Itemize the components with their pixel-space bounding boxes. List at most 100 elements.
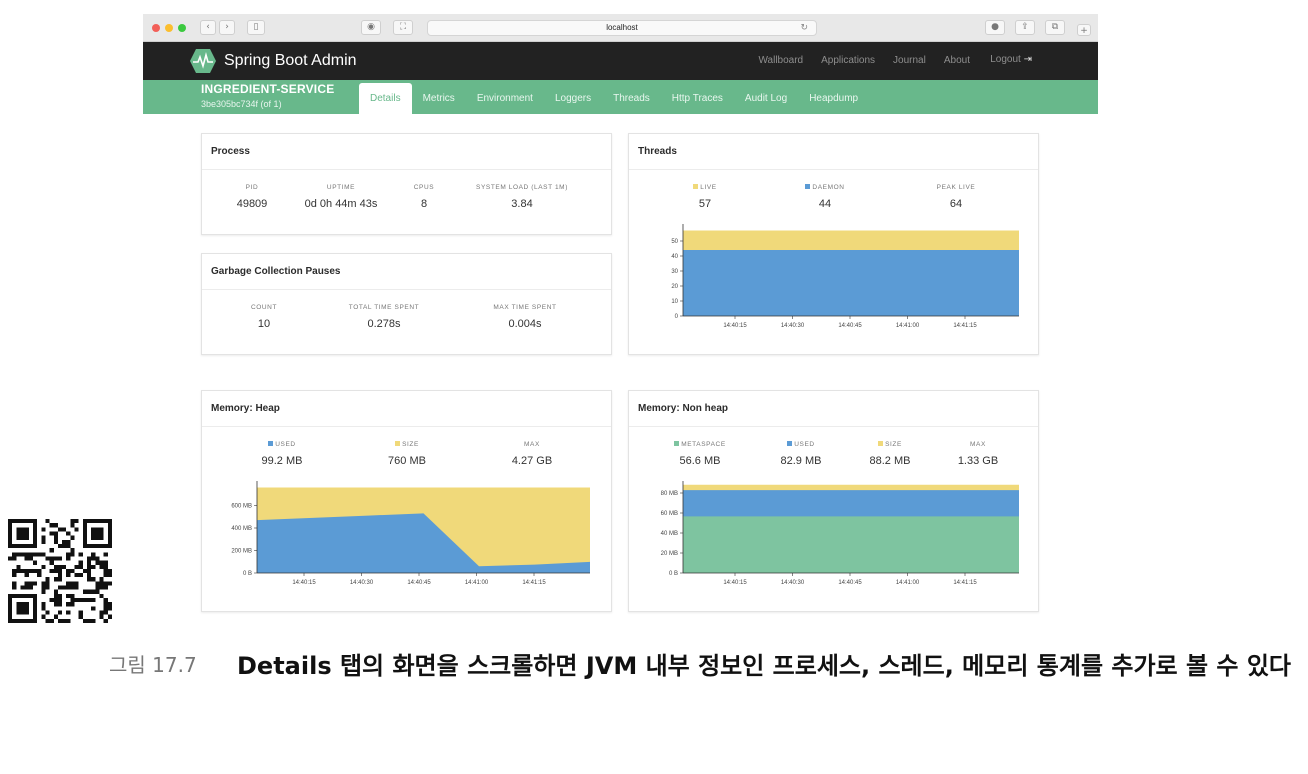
tab-threads[interactable]: Threads (602, 83, 661, 114)
tab-metrics[interactable]: Metrics (412, 83, 466, 114)
x-tick-label: 14:40:45 (838, 580, 862, 586)
y-tick-label: 600 MB (231, 504, 252, 510)
x-tick-label: 14:40:30 (781, 580, 805, 586)
logo-icon (190, 49, 216, 73)
metaspace-swatch (674, 441, 680, 446)
zoom-window-button[interactable] (178, 24, 186, 32)
threads-chart: 0 10 20 30 40 50 14:40:15 14:40:30 14:40:45 14:41… (629, 218, 1038, 350)
sidebar-icon[interactable]: ▯ (247, 20, 265, 35)
heap-card: Memory: Heap USED 99.2 MB SIZE 760 MB MA… (201, 390, 612, 612)
nav-wallboard[interactable]: Wallboard (758, 55, 803, 66)
nonheap-chart: 0 B 20 MB 40 MB 60 MB 80 MB 14:40:15 14:40:30 1… (629, 475, 1038, 607)
x-tick-label: 14:41:00 (465, 580, 489, 586)
stat-value: 64 (949, 198, 963, 210)
stat-max: MAX 1.33 GB (918, 441, 1038, 467)
instance-name: INGREDIENT-SERVICE (201, 82, 335, 96)
y-tick-label: 40 (671, 254, 678, 260)
y-tick-label: 200 MB (231, 549, 252, 555)
stat-value: 44 (818, 198, 832, 210)
nav-about[interactable]: About (944, 55, 970, 66)
stat-label: PEAK LIVE (936, 184, 976, 191)
top-navbar: Spring Boot Admin Wallboard Applications… (143, 42, 1098, 80)
browser-toolbar: ‹ › ▯ ◉ ⛶ localhost ↻ ● ⇪ ⧉ + (143, 14, 1098, 42)
close-window-button[interactable] (152, 24, 160, 32)
instance-bar: INGREDIENT-SERVICE 3be305bc734f (of 1) D… (143, 80, 1098, 114)
nav-journal[interactable]: Journal (893, 55, 926, 66)
stat-value: 3.84 (511, 198, 533, 210)
stat-label: SYSTEM LOAD (LAST 1M) (476, 184, 568, 191)
reader-icon[interactable]: ⛶ (393, 20, 413, 35)
nonheap-stats: METASPACE 56.6 MB USED 82.9 MB SIZE 88.2… (629, 427, 1038, 475)
logout-label: Logout (990, 54, 1021, 65)
tabs-icon[interactable]: ⧉ (1045, 20, 1065, 35)
threads-chart-svg: 0 10 20 30 40 50 14:40:15 14:40:30 14:40:45 14:41… (671, 224, 1019, 329)
minimize-window-button[interactable] (165, 24, 173, 32)
card-title: Memory: Heap (202, 391, 611, 427)
card-title: Threads (629, 134, 1038, 170)
top-nav: Wallboard Applications Journal About (740, 55, 970, 66)
tab-loggers[interactable]: Loggers (544, 83, 602, 114)
browser-window: ‹ › ▯ ◉ ⛶ localhost ↻ ● ⇪ ⧉ + Spring Boo… (143, 14, 1098, 114)
x-tick-label: 14:40:15 (292, 580, 316, 586)
stat-max: MAX 4.27 GB (472, 441, 592, 467)
tab-heapdump[interactable]: Heapdump (798, 83, 869, 114)
stat-label: MAX TIME SPENT (493, 304, 557, 311)
stat-label-text: SIZE (885, 441, 902, 448)
instance-id[interactable]: 3be305bc734f (of 1) (201, 99, 282, 109)
stat-label-text: USED (275, 441, 296, 448)
stat-value: 760 MB (388, 455, 426, 467)
figure-text: Details 탭의 화면을 스크롤하면 JVM 내부 정보인 프로세스, 스레… (237, 652, 1292, 680)
download-icon[interactable]: ● (985, 20, 1005, 35)
stat-label: DAEMON (765, 184, 885, 191)
stat-value: 0.278s (367, 318, 401, 330)
tab-audit-log[interactable]: Audit Log (734, 83, 798, 114)
stat-label-text: LIVE (700, 184, 717, 191)
threads-card: Threads LIVE 57 DAEMON 44 PEAK LIVE 64 0… (628, 133, 1039, 355)
stat-label: SIZE (347, 441, 467, 448)
stat-value: 99.2 MB (261, 455, 303, 467)
y-tick-label: 80 MB (661, 491, 678, 497)
brand-title[interactable]: Spring Boot Admin (224, 52, 357, 70)
back-icon[interactable]: ‹ (200, 20, 216, 35)
address-bar[interactable]: localhost ↻ (427, 20, 817, 36)
x-tick-label: 14:41:15 (953, 323, 977, 329)
reload-icon[interactable]: ↻ (800, 21, 808, 35)
stat-label: COUNT (250, 304, 278, 311)
stat-total-time: TOTAL TIME SPENT 0.278s (324, 304, 444, 330)
stat-label: TOTAL TIME SPENT (348, 304, 420, 311)
x-tick-label: 14:41:00 (896, 323, 920, 329)
heap-stats: USED 99.2 MB SIZE 760 MB MAX 4.27 GB (202, 427, 611, 475)
forward-icon[interactable]: › (219, 20, 235, 35)
y-tick-label: 50 (671, 239, 678, 245)
y-tick-label: 0 (675, 314, 679, 320)
logout-button[interactable]: Logout ⇥ (990, 54, 1032, 65)
stat-label: LIVE (645, 184, 765, 191)
tab-http-traces[interactable]: Http Traces (661, 83, 734, 114)
stat-size: SIZE 760 MB (347, 441, 467, 467)
stat-count: COUNT 10 (204, 304, 324, 330)
y-tick-label: 60 MB (661, 511, 678, 517)
share-icon[interactable]: ⇪ (1015, 20, 1035, 35)
size-swatch (395, 441, 401, 446)
new-tab-icon[interactable]: + (1077, 24, 1091, 36)
stat-label: MAX (524, 441, 540, 448)
nonheap-chart-svg: 0 B 20 MB 40 MB 60 MB 80 MB 14:40:15 14:40:30 1… (661, 481, 1019, 586)
tab-details[interactable]: Details (359, 83, 412, 114)
stat-live: LIVE 57 (645, 184, 765, 210)
heap-chart-svg: 0 B 200 MB 400 MB 600 MB 14:40:15 14:40:30 14:… (231, 481, 590, 586)
used-swatch (787, 441, 793, 446)
y-tick-label: 0 B (669, 571, 678, 577)
tab-environment[interactable]: Environment (466, 83, 544, 114)
card-title: Memory: Non heap (629, 391, 1038, 427)
stat-daemon: DAEMON 44 (765, 184, 885, 210)
logout-icon: ⇥ (1023, 54, 1032, 65)
y-tick-label: 400 MB (231, 526, 252, 532)
shield-icon[interactable]: ◉ (361, 20, 381, 35)
card-title: Process (202, 134, 611, 170)
process-card: Process PID 49809 UPTIME 0d 0h 44m 43s C… (201, 133, 612, 235)
nonheap-card: Memory: Non heap METASPACE 56.6 MB USED … (628, 390, 1039, 612)
x-tick-label: 14:41:00 (896, 580, 920, 586)
threads-stats: LIVE 57 DAEMON 44 PEAK LIVE 64 (629, 170, 1038, 218)
x-tick-label: 14:41:15 (522, 580, 546, 586)
nav-applications[interactable]: Applications (821, 55, 875, 66)
